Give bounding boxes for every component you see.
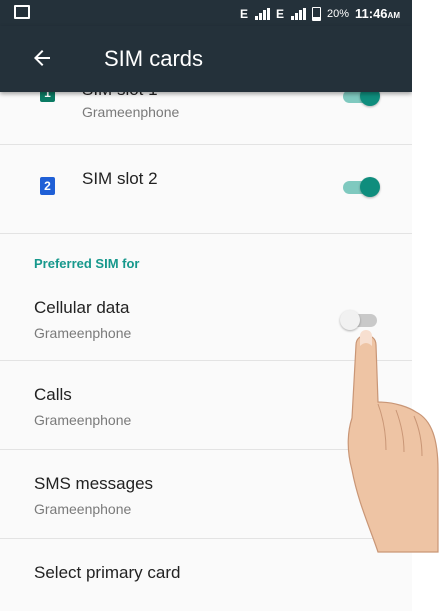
arrow-left-icon[interactable]: [30, 46, 54, 70]
select-primary-card-label: Select primary card: [34, 563, 181, 582]
divider: [0, 233, 412, 234]
network-type-2: E: [275, 6, 284, 21]
preferred-sim-header: Preferred SIM for: [34, 256, 140, 271]
calls-label: Calls: [34, 385, 72, 404]
sim-card-2-icon: 2: [40, 177, 55, 195]
sms-messages-row[interactable]: SMS messages Grameenphone: [0, 450, 412, 538]
page-title: SIM cards: [104, 46, 204, 71]
sim-slot-2-row[interactable]: 2 SIM slot 2: [0, 145, 412, 233]
network-type-1: E: [239, 6, 248, 21]
sms-messages-value: Grameenphone: [34, 501, 132, 517]
cellular-data-row[interactable]: Cellular data Grameenphone: [0, 282, 412, 360]
app-toolbar: SIM cards: [0, 26, 412, 92]
cellular-data-value: Grameenphone: [34, 325, 132, 341]
calls-value: Grameenphone: [34, 412, 132, 428]
calls-row[interactable]: Calls Grameenphone: [0, 361, 412, 449]
battery-percent: 20%: [326, 7, 349, 20]
sim-slot-1-carrier: Grameenphone: [82, 104, 180, 120]
cellular-data-toggle[interactable]: [340, 310, 380, 330]
sim-slot-2-toggle[interactable]: [340, 177, 380, 197]
select-primary-card-row[interactable]: Select primary card: [0, 539, 412, 611]
phone-screen: E E 20% 11:46AM SIM cards 1 SIM slot 1 G…: [0, 0, 412, 611]
sim-slot-2-label: SIM slot 2: [82, 169, 158, 188]
image-notification-icon: [14, 5, 30, 19]
battery-icon: [311, 6, 321, 21]
signal-icon-1: [254, 7, 270, 20]
status-bar: E E 20% 11:46AM: [0, 0, 412, 26]
clock-time: 11:46AM: [355, 6, 400, 21]
signal-icon-2: [290, 7, 306, 20]
cellular-data-label: Cellular data: [34, 298, 130, 317]
sms-messages-label: SMS messages: [34, 474, 154, 493]
